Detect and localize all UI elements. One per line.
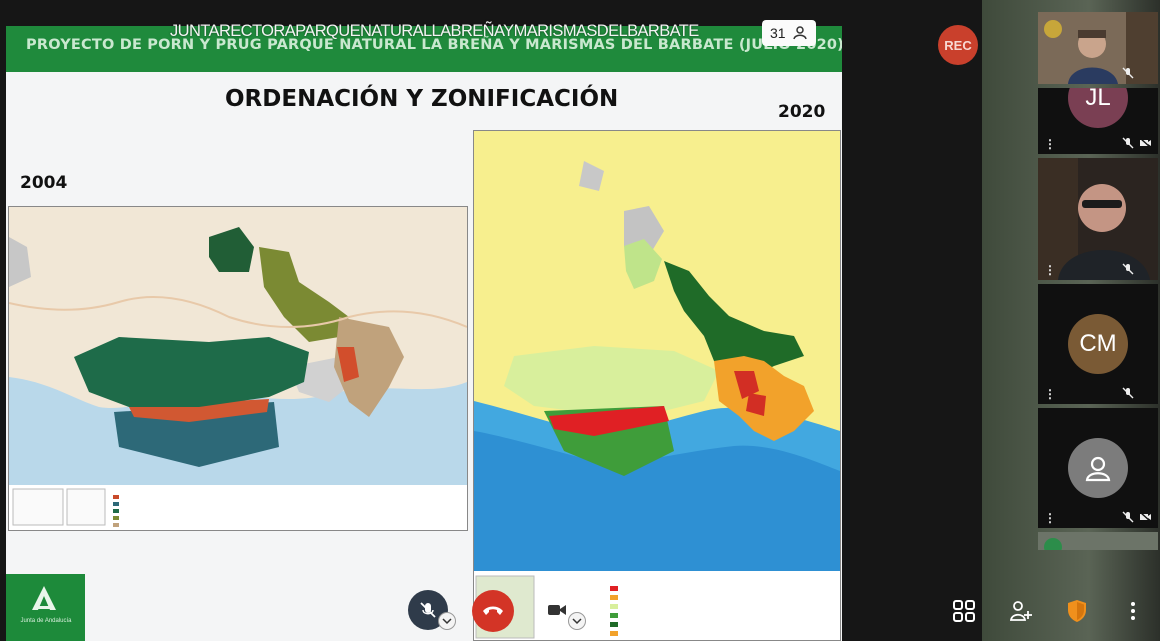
participant-tile-video[interactable]: ⋮ [1038, 158, 1158, 280]
more-options-button[interactable] [1118, 596, 1148, 626]
mic-muted-icon [1122, 263, 1134, 275]
participant-tile-partial[interactable] [1038, 532, 1158, 550]
video-camera-icon [548, 605, 566, 615]
meeting-title: JUNTARECTORAPARQUENATURALLABREÑAYMARISMA… [170, 22, 699, 40]
junta-logo-text: Junta de Andalucía [20, 618, 72, 624]
phone-hangup-icon [483, 606, 503, 615]
shared-slide: PROYECTO DE PORN Y PRUG PARQUE NATURAL L… [6, 26, 842, 641]
tile-more-options-icon[interactable]: ⋮ [1044, 138, 1056, 150]
junta-andalucia-logo: Junta de Andalucía [6, 574, 85, 641]
avatar: JL [1068, 88, 1128, 128]
slide-title: ORDENACIÓN Y ZONIFICACIÓN [225, 86, 619, 112]
speaking-indicator-icon [1044, 20, 1062, 38]
tile-more-options-icon[interactable]: ⋮ [1044, 512, 1056, 524]
security-shield-button[interactable] [1062, 596, 1092, 626]
participant-tile-jl[interactable]: JL ⋮ [1038, 88, 1158, 154]
avatar [1068, 438, 1128, 498]
participant-tile-video[interactable] [1038, 12, 1158, 84]
camera-off-icon [1139, 137, 1152, 149]
chevron-down-icon [572, 618, 582, 625]
zoning-map-2004-graphic [8, 207, 468, 530]
camera-off-icon [1139, 511, 1152, 523]
person-icon [1085, 456, 1111, 482]
zoning-map-2020 [473, 130, 841, 641]
more-vertical-icon [1131, 602, 1135, 620]
year-right-label: 2020 [778, 102, 826, 122]
participant-tile-anonymous[interactable]: ⋮ [1038, 408, 1158, 528]
mic-muted-icon [1122, 387, 1134, 399]
mic-off-icon [420, 602, 436, 618]
add-person-icon [1009, 601, 1032, 621]
mic-muted-icon [1122, 67, 1134, 79]
recording-badge: REC [938, 25, 978, 65]
shield-icon [1068, 600, 1086, 622]
participant-tile-cm[interactable]: CM ⋮ [1038, 284, 1158, 404]
add-participant-button[interactable] [1006, 596, 1036, 626]
tile-more-options-icon[interactable]: ⋮ [1044, 388, 1056, 400]
camera-options-button[interactable] [568, 612, 586, 630]
meeting-stage: PROYECTO DE PORN Y PRUG PARQUE NATURAL L… [0, 0, 1160, 641]
junta-logo-mark [32, 586, 56, 610]
tile-more-options-icon[interactable]: ⋮ [1044, 264, 1056, 276]
participant-count-button[interactable]: 31 [762, 20, 816, 46]
participant-video-feed [1038, 158, 1158, 280]
hang-up-button[interactable] [472, 590, 514, 632]
participants-icon [792, 26, 807, 40]
zoning-map-2020-graphic [474, 131, 840, 640]
chevron-down-icon [442, 618, 452, 625]
year-left-label: 2004 [20, 173, 68, 193]
mic-muted-icon [1122, 511, 1134, 523]
mic-muted-icon [1122, 137, 1134, 149]
speaking-indicator-icon [1044, 538, 1062, 550]
participant-count-value: 31 [770, 25, 786, 41]
avatar: CM [1068, 314, 1128, 374]
layout-grid-button[interactable] [949, 596, 979, 626]
mic-options-button[interactable] [438, 612, 456, 630]
grid-layout-icon [953, 600, 975, 622]
zoning-map-2004 [8, 206, 468, 531]
